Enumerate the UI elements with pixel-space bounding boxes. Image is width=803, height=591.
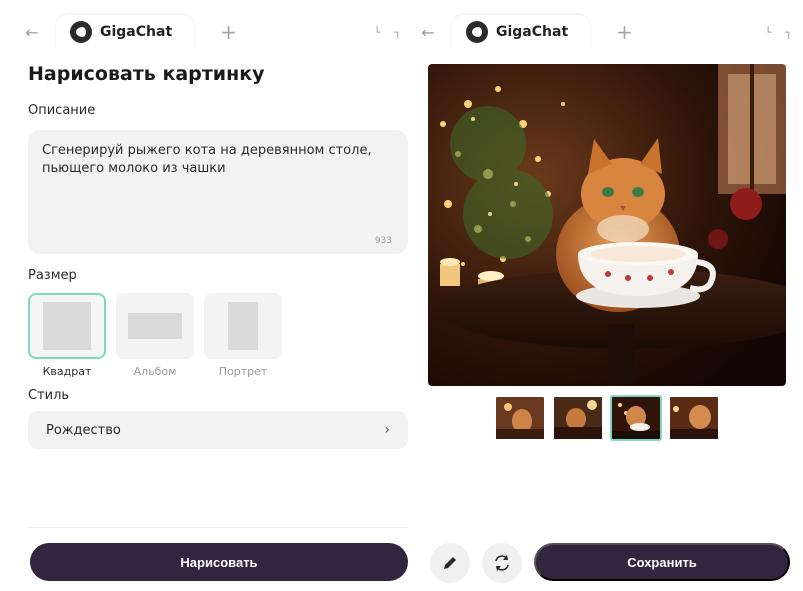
gigachat-logo-icon — [70, 21, 92, 43]
tab-gigachat[interactable]: GigaChat — [56, 15, 195, 49]
size-option-label: Портрет — [218, 365, 268, 378]
size-label: Размер — [28, 268, 77, 283]
description-label: Описание — [28, 103, 96, 118]
style-value: Рождество — [46, 422, 121, 438]
image-form: Нарисовать картинку Описание Сгенерируй … — [28, 58, 410, 449]
tab-title: GigaChat — [100, 24, 173, 40]
size-option-label: Квадрат — [42, 365, 92, 378]
generated-image — [428, 64, 786, 386]
back-arrow-icon[interactable]: ← — [22, 23, 42, 42]
tab-strip-right: ← GigaChat + └ ┐ — [418, 14, 798, 50]
style-label: Стиль — [28, 388, 70, 403]
description-text[interactable]: Сгенерируй рыжего кота на деревянном сто… — [42, 142, 372, 178]
new-tab-plus-icon[interactable]: + — [220, 20, 237, 44]
style-select[interactable]: Рождество › — [28, 411, 408, 449]
thumbnail[interactable] — [494, 395, 546, 441]
pencil-icon — [444, 557, 456, 569]
edit-button[interactable] — [430, 543, 470, 583]
back-arrow-icon[interactable]: ← — [418, 23, 438, 42]
divider — [28, 527, 408, 528]
size-card[interactable] — [116, 293, 194, 359]
thumbnail-image — [496, 397, 544, 439]
tab-title: GigaChat — [496, 24, 569, 40]
page-title: Нарисовать картинку — [28, 63, 265, 85]
refresh-icon — [495, 555, 509, 571]
thumbnail[interactable] — [668, 395, 720, 441]
tab-gigachat[interactable]: GigaChat — [452, 15, 591, 49]
thumbnail-image — [554, 397, 602, 439]
thumbnail-strip — [494, 395, 720, 441]
generated-image-art — [428, 64, 786, 386]
size-option-landscape[interactable]: Альбом — [116, 293, 194, 378]
thumbnail-image — [670, 397, 718, 439]
draw-button[interactable]: Нарисовать — [30, 543, 408, 581]
expand-icon[interactable]: ┐ — [785, 26, 792, 39]
square-shape-icon — [43, 302, 91, 350]
save-button[interactable]: Сохранить — [534, 543, 790, 581]
thumbnail[interactable] — [552, 395, 604, 441]
expand-icon[interactable]: ┐ — [394, 26, 401, 39]
minimize-icon[interactable]: └ — [374, 26, 381, 39]
description-field[interactable]: Сгенерируй рыжего кота на деревянном сто… — [28, 130, 408, 254]
size-option-portrait[interactable]: Портрет — [204, 293, 282, 378]
size-card[interactable] — [28, 293, 106, 359]
landscape-shape-icon — [128, 313, 182, 339]
size-options: Квадрат Альбом Портрет — [28, 293, 410, 378]
regenerate-button[interactable] — [482, 543, 522, 583]
new-tab-plus-icon[interactable]: + — [616, 20, 633, 44]
minimize-icon[interactable]: └ — [765, 26, 772, 39]
size-card[interactable] — [204, 293, 282, 359]
gigachat-logo-icon — [466, 21, 488, 43]
size-option-label: Альбом — [133, 365, 177, 378]
char-count: 933 — [374, 236, 392, 246]
chevron-right-icon: › — [384, 422, 390, 438]
tab-strip-left: ← GigaChat + └ ┐ — [22, 14, 407, 50]
size-option-square[interactable]: Квадрат — [28, 293, 106, 378]
thumbnail-selected[interactable] — [610, 395, 662, 441]
portrait-shape-icon — [228, 302, 258, 350]
thumbnail-image — [612, 397, 660, 439]
